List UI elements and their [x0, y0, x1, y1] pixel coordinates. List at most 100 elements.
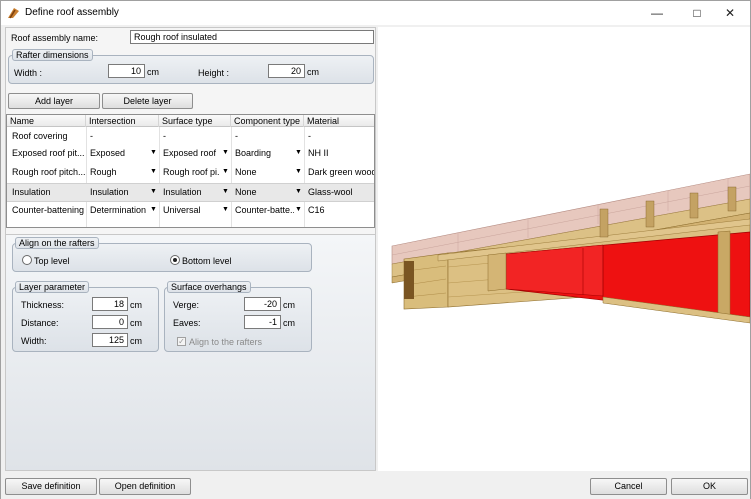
cell-surface-type[interactable]: Rough roof pi...: [160, 167, 220, 177]
batten-end: [599, 208, 609, 238]
save-definition-button[interactable]: Save definition: [5, 478, 97, 495]
roof-3d-model: [391, 173, 751, 324]
minimize-icon[interactable]: —: [637, 1, 677, 25]
column-header-material[interactable]: Material: [304, 115, 374, 127]
roof-3d-preview[interactable]: [378, 27, 751, 471]
column-header-name[interactable]: Name: [7, 115, 86, 127]
column-header-component-type[interactable]: Component type: [231, 115, 304, 127]
eaves-input[interactable]: -1: [244, 315, 281, 329]
dropdown-arrow-icon[interactable]: ▼: [150, 149, 157, 156]
cell-material: Glass-wool: [308, 187, 353, 197]
assembly-name-label: Roof assembly name:: [11, 33, 99, 43]
eaves-label: Eaves:: [173, 318, 201, 328]
cell-surface-type[interactable]: Universal: [160, 205, 220, 215]
column-header-surface-type[interactable]: Surface type: [159, 115, 231, 127]
thickness-input[interactable]: 18: [92, 297, 128, 311]
verge-input[interactable]: -20: [244, 297, 281, 311]
cell-material: Dark green wood: [308, 167, 374, 177]
table-row[interactable]: Roof covering - - - -: [7, 129, 374, 145]
rafter-width-unit: cm: [147, 67, 159, 77]
layer-parameter-title: Layer parameter: [15, 281, 90, 293]
cell-component-type[interactable]: Counter-batte...: [232, 205, 294, 215]
add-layer-button[interactable]: Add layer: [8, 93, 100, 109]
rafter-height-unit: cm: [307, 67, 319, 77]
dropdown-arrow-icon[interactable]: ▼: [150, 188, 157, 195]
table-row[interactable]: Counter-battening Determination ▼ Univer…: [7, 202, 374, 221]
dropdown-arrow-icon[interactable]: ▼: [222, 188, 229, 195]
verge-label: Verge:: [173, 300, 200, 310]
column-header-intersection[interactable]: Intersection: [86, 115, 159, 127]
align-to-rafters-checkbox[interactable]: ✓: [177, 337, 186, 346]
bottom-level-label[interactable]: Bottom level: [182, 256, 232, 266]
cell-intersection[interactable]: Exposed: [87, 148, 145, 158]
cell-name: Roof covering: [12, 131, 68, 141]
distance-input[interactable]: 0: [92, 315, 128, 329]
table-row-selected[interactable]: Insulation Insulation ▼ Insulation ▼ Non…: [7, 183, 374, 202]
dropdown-arrow-icon[interactable]: ▼: [222, 168, 229, 175]
cell-name: Counter-battening: [12, 205, 85, 215]
cell-component-type[interactable]: None: [232, 187, 294, 197]
cell-intersection[interactable]: Rough: [87, 167, 145, 177]
dropdown-arrow-icon[interactable]: ▼: [295, 168, 302, 175]
cell-surface-type[interactable]: Insulation: [160, 187, 220, 197]
top-level-label[interactable]: Top level: [34, 256, 70, 266]
cell-name: Rough roof pitch...: [12, 167, 85, 177]
table-row[interactable]: Exposed roof pit... Exposed ▼ Exposed ro…: [7, 145, 374, 164]
title-bar: Define roof assembly — □ ✕: [1, 1, 750, 25]
insulation-block: [505, 244, 604, 297]
batten-end: [727, 186, 737, 212]
rafter-width-label: Width :: [14, 68, 43, 78]
width-label: Width:: [21, 336, 47, 346]
distance-unit: cm: [130, 318, 142, 328]
cell-surface-type[interactable]: Exposed roof: [160, 148, 220, 158]
rafter-end-grain: [404, 261, 414, 299]
rafter-height-label: Height :: [198, 68, 230, 78]
width-input[interactable]: 125: [92, 333, 128, 347]
table-row[interactable]: Rough roof pitch... Rough ▼ Rough roof p…: [7, 164, 374, 183]
width-unit: cm: [130, 336, 142, 346]
cell-intersection[interactable]: Insulation: [87, 187, 145, 197]
align-rafters-title: Align on the rafters: [15, 237, 99, 249]
distance-label: Distance:: [21, 318, 59, 328]
cross-beam: [717, 230, 731, 316]
verge-unit: cm: [283, 300, 295, 310]
cell-name: Exposed roof pit...: [12, 148, 85, 158]
cancel-button[interactable]: Cancel: [590, 478, 667, 495]
batten-end: [689, 192, 699, 219]
dropdown-arrow-icon[interactable]: ▼: [295, 149, 302, 156]
cell-material: NH II: [308, 148, 329, 158]
top-level-radio[interactable]: [22, 255, 32, 265]
dropdown-arrow-icon[interactable]: ▼: [295, 206, 302, 213]
thickness-label: Thickness:: [21, 300, 65, 310]
bottom-level-radio[interactable]: [170, 255, 180, 265]
cell-component-type: -: [235, 131, 238, 141]
rafter-dimensions-title: Rafter dimensions: [12, 49, 93, 61]
cell-intersection: -: [90, 131, 93, 141]
thickness-unit: cm: [130, 300, 142, 310]
rafter-height-input[interactable]: 20: [268, 64, 305, 78]
dropdown-arrow-icon[interactable]: ▼: [150, 168, 157, 175]
cell-component-type[interactable]: Boarding: [232, 148, 294, 158]
layers-table-header: Name Intersection Surface type Component…: [7, 115, 374, 127]
cell-intersection[interactable]: Determination: [87, 205, 149, 215]
eaves-unit: cm: [283, 318, 295, 328]
cell-material: C16: [308, 205, 325, 215]
dropdown-arrow-icon[interactable]: ▼: [150, 206, 157, 213]
align-to-rafters-label: Align to the rafters: [189, 337, 263, 347]
dropdown-arrow-icon[interactable]: ▼: [222, 206, 229, 213]
cell-name: Insulation: [12, 187, 51, 197]
dropdown-arrow-icon[interactable]: ▼: [222, 149, 229, 156]
layers-table: Name Intersection Surface type Component…: [6, 114, 375, 228]
cross-beam: [487, 252, 507, 292]
ok-button[interactable]: OK: [671, 478, 748, 495]
cell-component-type[interactable]: None: [232, 167, 294, 177]
open-definition-button[interactable]: Open definition: [99, 478, 191, 495]
close-icon[interactable]: ✕: [710, 1, 750, 25]
surface-overhangs-title: Surface overhangs: [167, 281, 251, 293]
rafter-width-input[interactable]: 10: [108, 64, 145, 78]
dropdown-arrow-icon[interactable]: ▼: [295, 188, 302, 195]
delete-layer-button[interactable]: Delete layer: [102, 93, 193, 109]
cell-material: -: [308, 131, 311, 141]
cell-surface-type: -: [163, 131, 166, 141]
assembly-name-input[interactable]: Rough roof insulated: [130, 30, 374, 44]
